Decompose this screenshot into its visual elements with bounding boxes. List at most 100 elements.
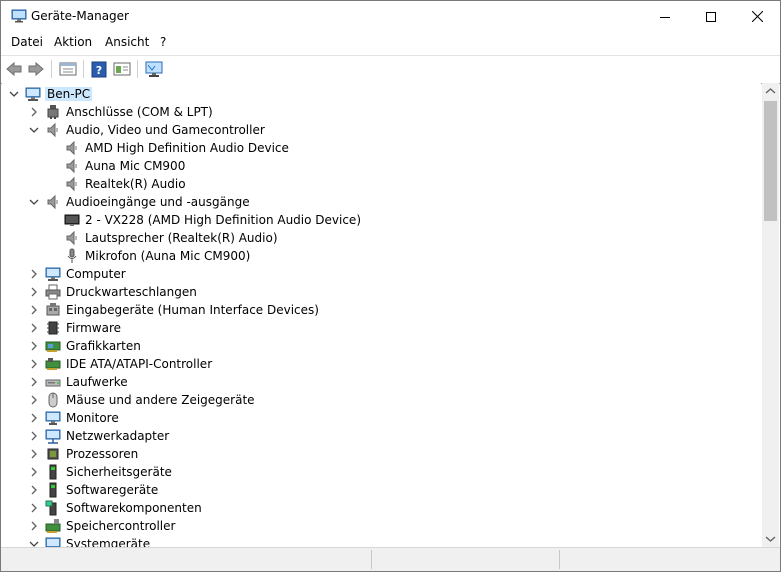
- tree-category[interactable]: Monitore: [2, 409, 761, 427]
- chevron-right-icon[interactable]: [28, 484, 40, 496]
- tree-node-label: Eingabegeräte (Human Interface Devices): [66, 303, 319, 317]
- scan-hardware-button[interactable]: [145, 60, 163, 78]
- chevron-right-icon[interactable]: [28, 430, 40, 442]
- tree-category[interactable]: Netzwerkadapter: [2, 427, 761, 445]
- speaker-icon: [66, 140, 77, 156]
- chevron-right-icon[interactable]: [28, 520, 40, 532]
- tree-category[interactable]: Druckwarteschlangen: [2, 283, 761, 301]
- chevron-down-icon[interactable]: [28, 538, 40, 547]
- properties-button[interactable]: [59, 60, 77, 78]
- tree-category[interactable]: Sicherheitsgeräte: [2, 463, 761, 481]
- tree-category[interactable]: Speichercontroller: [2, 517, 761, 535]
- chevron-right-icon[interactable]: [28, 358, 40, 370]
- chevron-right-icon[interactable]: [28, 322, 40, 334]
- tree-node-label: Prozessoren: [66, 447, 139, 461]
- tree-category[interactable]: Prozessoren: [2, 445, 761, 463]
- chevron-down-icon[interactable]: [28, 124, 40, 136]
- close-button[interactable]: [734, 1, 780, 32]
- chevron-right-icon[interactable]: [28, 304, 40, 316]
- tree-device[interactable]: Realtek(R) Audio: [2, 175, 761, 193]
- toolbar: ?: [1, 55, 780, 84]
- vertical-scrollbar[interactable]: [762, 83, 779, 547]
- forward-icon: [28, 61, 44, 77]
- display-icon: [64, 214, 80, 226]
- chevron-right-icon[interactable]: [28, 448, 40, 460]
- maximize-button[interactable]: [688, 1, 734, 32]
- scroll-down-icon[interactable]: [765, 535, 776, 543]
- tree-category[interactable]: Anschlüsse (COM & LPT): [2, 103, 761, 121]
- toolbar-separator: [137, 60, 138, 78]
- tree-node-label: Speichercontroller: [66, 519, 176, 533]
- monitor-icon: [45, 411, 61, 425]
- menu-help[interactable]: ?: [160, 35, 166, 49]
- chevron-down-icon[interactable]: [28, 196, 40, 208]
- tree-node-label: Sicherheitsgeräte: [66, 465, 172, 479]
- chevron-right-icon[interactable]: [28, 466, 40, 478]
- tree-node-label: Druckwarteschlangen: [66, 285, 197, 299]
- title-bar[interactable]: Geräte-Manager: [1, 1, 780, 32]
- chevron-right-icon[interactable]: [28, 106, 40, 118]
- tree-category[interactable]: Softwaregeräte: [2, 481, 761, 499]
- tree-node-label: Mäuse und andere Zeigegeräte: [66, 393, 255, 407]
- toolbar-separator: [83, 60, 84, 78]
- tree-node-label: Netzwerkadapter: [66, 429, 170, 443]
- view-button[interactable]: [113, 60, 131, 78]
- chevron-right-icon[interactable]: [28, 502, 40, 514]
- menu-ansicht[interactable]: Ansicht: [105, 35, 149, 49]
- tree-category[interactable]: Firmware: [2, 319, 761, 337]
- chevron-right-icon[interactable]: [28, 412, 40, 424]
- tree-category[interactable]: Systemgeräte: [2, 535, 761, 547]
- security-icon: [49, 464, 57, 480]
- status-separator: [371, 550, 372, 569]
- tree-category[interactable]: Eingabegeräte (Human Interface Devices): [2, 301, 761, 319]
- microphone-icon: [67, 248, 77, 263]
- minimize-button[interactable]: [642, 1, 688, 32]
- tree-category[interactable]: Computer: [2, 265, 761, 283]
- forward-button[interactable]: [27, 60, 45, 78]
- tree-node-label: Auna Mic CM900: [85, 159, 186, 173]
- tree-device[interactable]: 2 - VX228 (AMD High Definition Audio Dev…: [2, 211, 761, 229]
- device-tree[interactable]: Ben-PC Anschlüsse (COM & LPT) Audio, Vide…: [2, 83, 761, 547]
- tree-category[interactable]: Audio, Video und Gamecontroller: [2, 121, 761, 139]
- tree-root-label: Ben-PC: [45, 87, 93, 101]
- view-icon: [113, 62, 131, 76]
- tree-node-label: Systemgeräte: [66, 537, 151, 547]
- tree-device[interactable]: Lautsprecher (Realtek(R) Audio): [2, 229, 761, 247]
- status-bar: [1, 547, 780, 571]
- back-icon: [6, 61, 22, 77]
- speaker-icon: [66, 158, 77, 174]
- chevron-right-icon[interactable]: [28, 376, 40, 388]
- tree-device[interactable]: Auna Mic CM900: [2, 157, 761, 175]
- monitor-scan-icon: [145, 61, 163, 77]
- scrollbar-thumb[interactable]: [764, 101, 777, 221]
- menu-bar: Datei Aktion Ansicht ?: [1, 32, 780, 54]
- toolbar-separator: [51, 60, 52, 78]
- tree-root-ben-pc[interactable]: Ben-PC: [2, 85, 761, 103]
- chevron-right-icon[interactable]: [28, 394, 40, 406]
- menu-datei[interactable]: Datei: [11, 35, 43, 49]
- tree-category[interactable]: Softwarekomponenten: [2, 499, 761, 517]
- tree-category[interactable]: Audioeingänge und -ausgänge: [2, 193, 761, 211]
- chevron-right-icon[interactable]: [28, 340, 40, 352]
- tree-category[interactable]: Mäuse und andere Zeigegeräte: [2, 391, 761, 409]
- tree-node-label: Laufwerke: [66, 375, 128, 389]
- menu-aktion[interactable]: Aktion: [54, 35, 92, 49]
- network-icon: [45, 429, 61, 444]
- computer-icon: [45, 267, 61, 281]
- tree-category[interactable]: Grafikkarten: [2, 337, 761, 355]
- tree-node-label: Anschlüsse (COM & LPT): [66, 105, 213, 119]
- device-manager-app-icon: [11, 9, 27, 23]
- scroll-up-icon[interactable]: [765, 87, 776, 95]
- tree-device[interactable]: AMD High Definition Audio Device: [2, 139, 761, 157]
- tree-node-label: IDE ATA/ATAPI-Controller: [66, 357, 213, 371]
- chevron-right-icon[interactable]: [28, 268, 40, 280]
- tree-device[interactable]: Mikrofon (Auna Mic CM900): [2, 247, 761, 265]
- tree-category[interactable]: Laufwerke: [2, 373, 761, 391]
- hid-icon: [46, 303, 60, 316]
- tree-category[interactable]: IDE ATA/ATAPI-Controller: [2, 355, 761, 373]
- chevron-right-icon[interactable]: [28, 286, 40, 298]
- help-button[interactable]: ?: [90, 60, 108, 78]
- chevron-down-icon[interactable]: [8, 88, 20, 100]
- back-button[interactable]: [5, 60, 23, 78]
- status-separator: [559, 550, 560, 569]
